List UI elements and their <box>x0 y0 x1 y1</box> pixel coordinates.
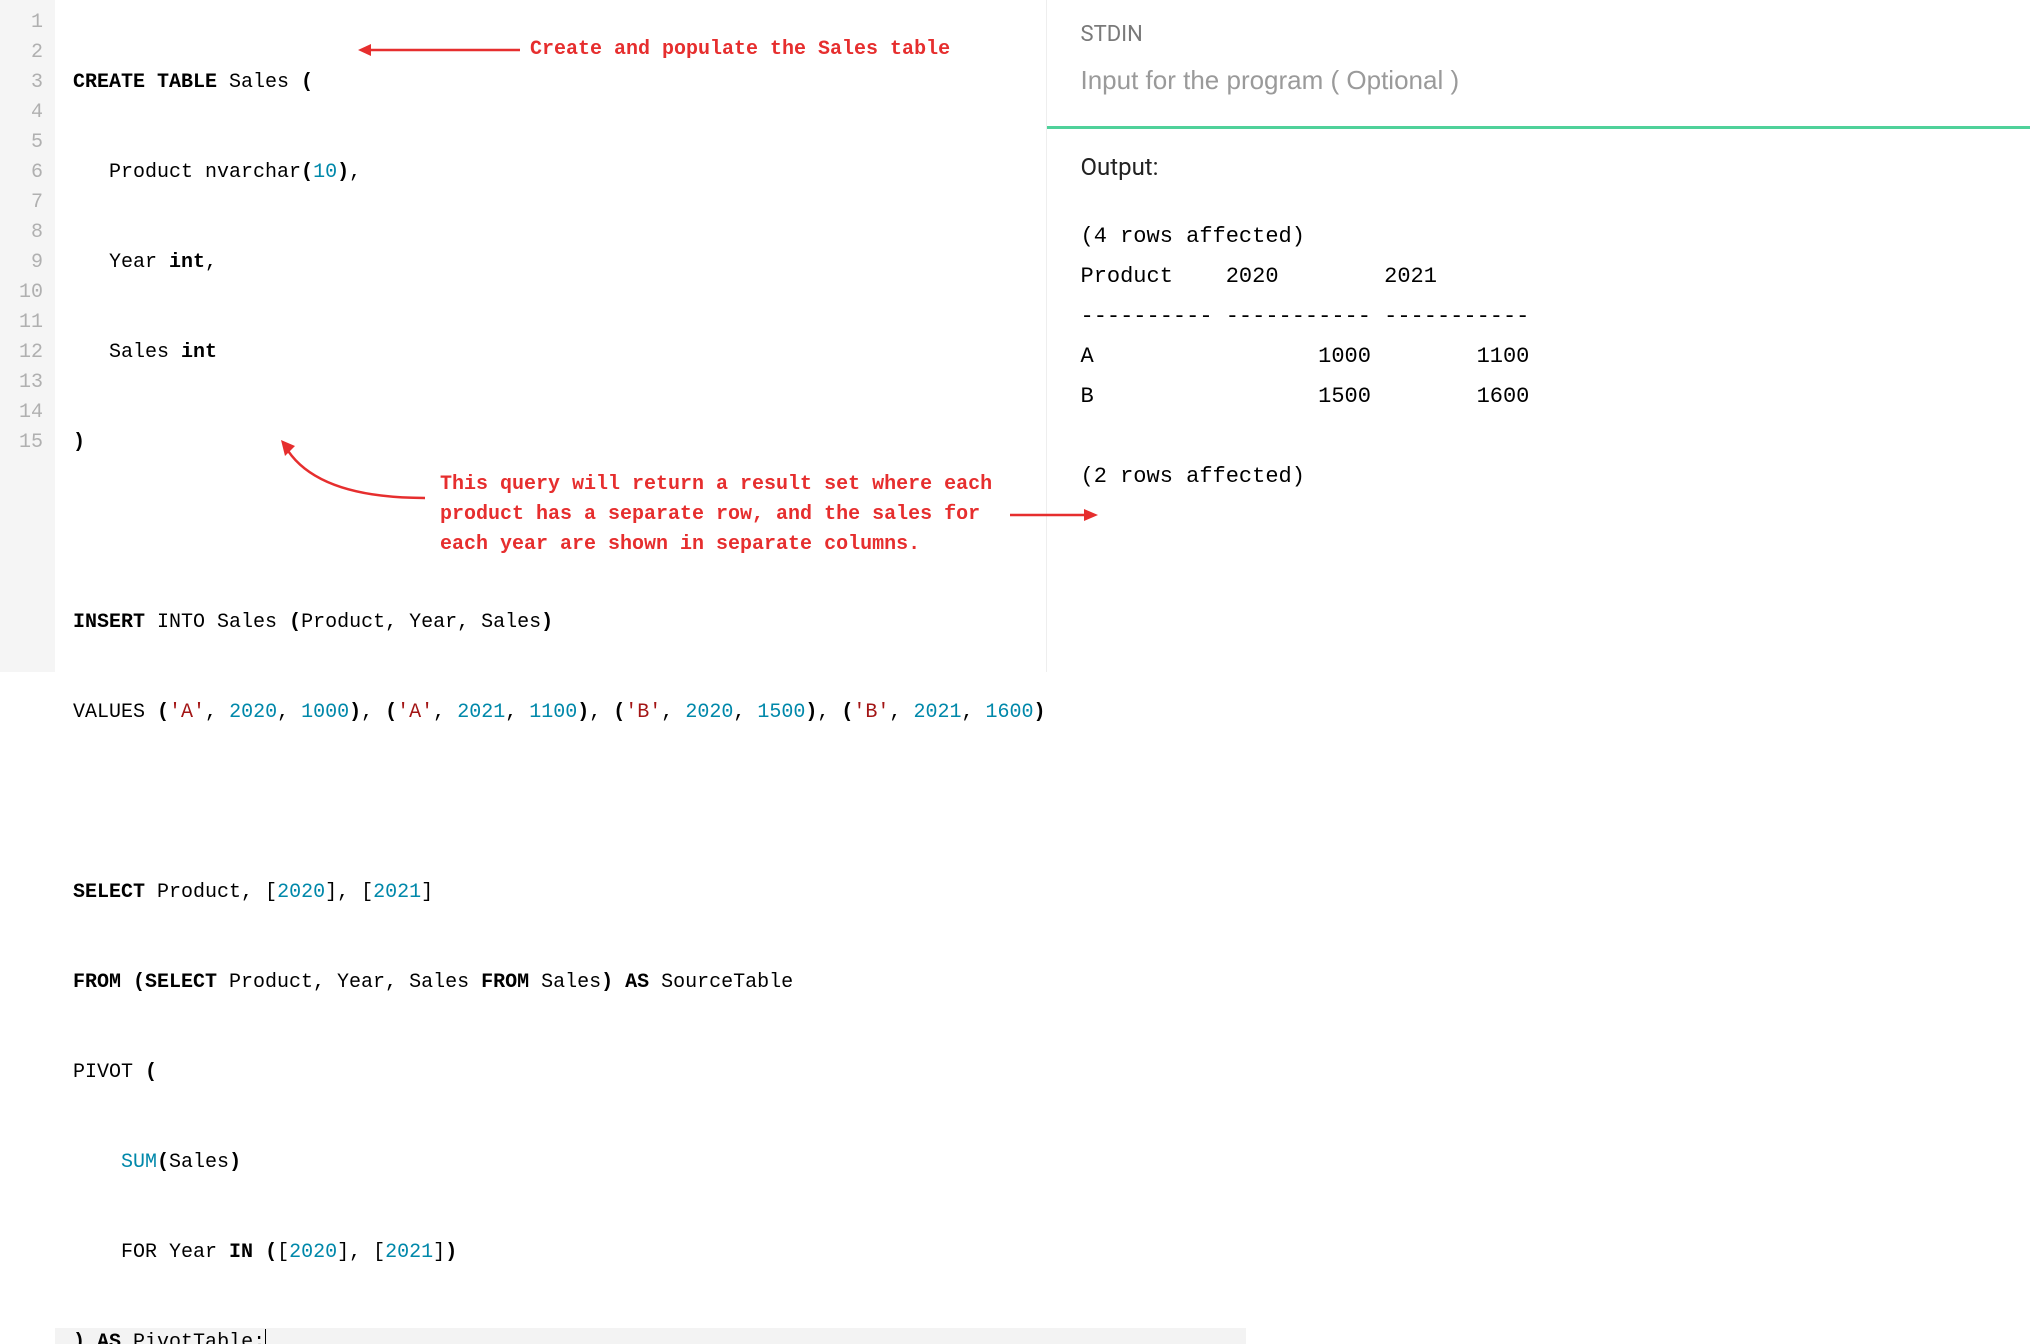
code-line[interactable]: FOR Year IN ([2020], [2021]) <box>73 1238 1046 1268</box>
code-line[interactable]: VALUES ('A', 2020, 1000), ('A', 2021, 11… <box>73 698 1046 728</box>
code-line[interactable]: Year int, <box>73 248 1046 278</box>
line-number: 12 <box>0 338 55 368</box>
code-editor-pane: 1 2 3 4 5 6 7 8 9 10 11 12 13 14 15 CREA… <box>0 0 1046 672</box>
io-pane: STDIN Output: (4 rows affected) Product … <box>1046 0 2030 672</box>
output-text: (4 rows affected) Product 2020 2021 ----… <box>1081 217 1997 497</box>
line-number: 6 <box>0 158 55 188</box>
line-number: 14 <box>0 398 55 428</box>
output-section: Output: (4 rows affected) Product 2020 2… <box>1047 129 2030 521</box>
line-number: 4 <box>0 98 55 128</box>
code-line[interactable]: FROM (SELECT Product, Year, Sales FROM S… <box>73 968 1046 998</box>
line-number: 9 <box>0 248 55 278</box>
line-number: 7 <box>0 188 55 218</box>
line-number: 1 <box>0 8 55 38</box>
line-number: 13 <box>0 368 55 398</box>
code-line[interactable] <box>73 518 1046 548</box>
code-editor[interactable]: CREATE TABLE Sales ( Product nvarchar(10… <box>55 0 1046 672</box>
text-cursor <box>265 1329 266 1344</box>
arrow-icon <box>355 40 525 60</box>
code-line[interactable]: CREATE TABLE Sales ( <box>73 68 1046 98</box>
output-label: Output: <box>1081 153 1997 181</box>
line-number: 10 <box>0 278 55 308</box>
line-number: 5 <box>0 128 55 158</box>
stdin-section: STDIN <box>1047 0 2030 129</box>
line-number: 3 <box>0 68 55 98</box>
code-line[interactable]: Product nvarchar(10), <box>73 158 1046 188</box>
annotation-label: Create and populate the Sales table <box>530 35 950 65</box>
code-line[interactable]: Sales int <box>73 338 1046 368</box>
code-line[interactable]: INSERT INTO Sales (Product, Year, Sales) <box>73 608 1046 638</box>
code-line[interactable]: ) <box>73 428 1046 458</box>
line-number: 11 <box>0 308 55 338</box>
code-line-active[interactable]: ) AS PivotTable; <box>55 1328 1246 1344</box>
stdin-input[interactable] <box>1081 65 1997 96</box>
line-number: 8 <box>0 218 55 248</box>
line-number-gutter: 1 2 3 4 5 6 7 8 9 10 11 12 13 14 15 <box>0 0 55 672</box>
code-line[interactable]: SELECT Product, [2020], [2021] <box>73 878 1046 908</box>
code-line[interactable] <box>73 788 1046 818</box>
code-line[interactable]: SUM(Sales) <box>73 1148 1046 1178</box>
annotation-line: This query will return a result set wher… <box>440 470 1080 500</box>
code-line[interactable]: PIVOT ( <box>73 1058 1046 1088</box>
stdin-label: STDIN <box>1081 22 1997 47</box>
line-number: 2 <box>0 38 55 68</box>
line-number: 15 <box>0 428 55 458</box>
